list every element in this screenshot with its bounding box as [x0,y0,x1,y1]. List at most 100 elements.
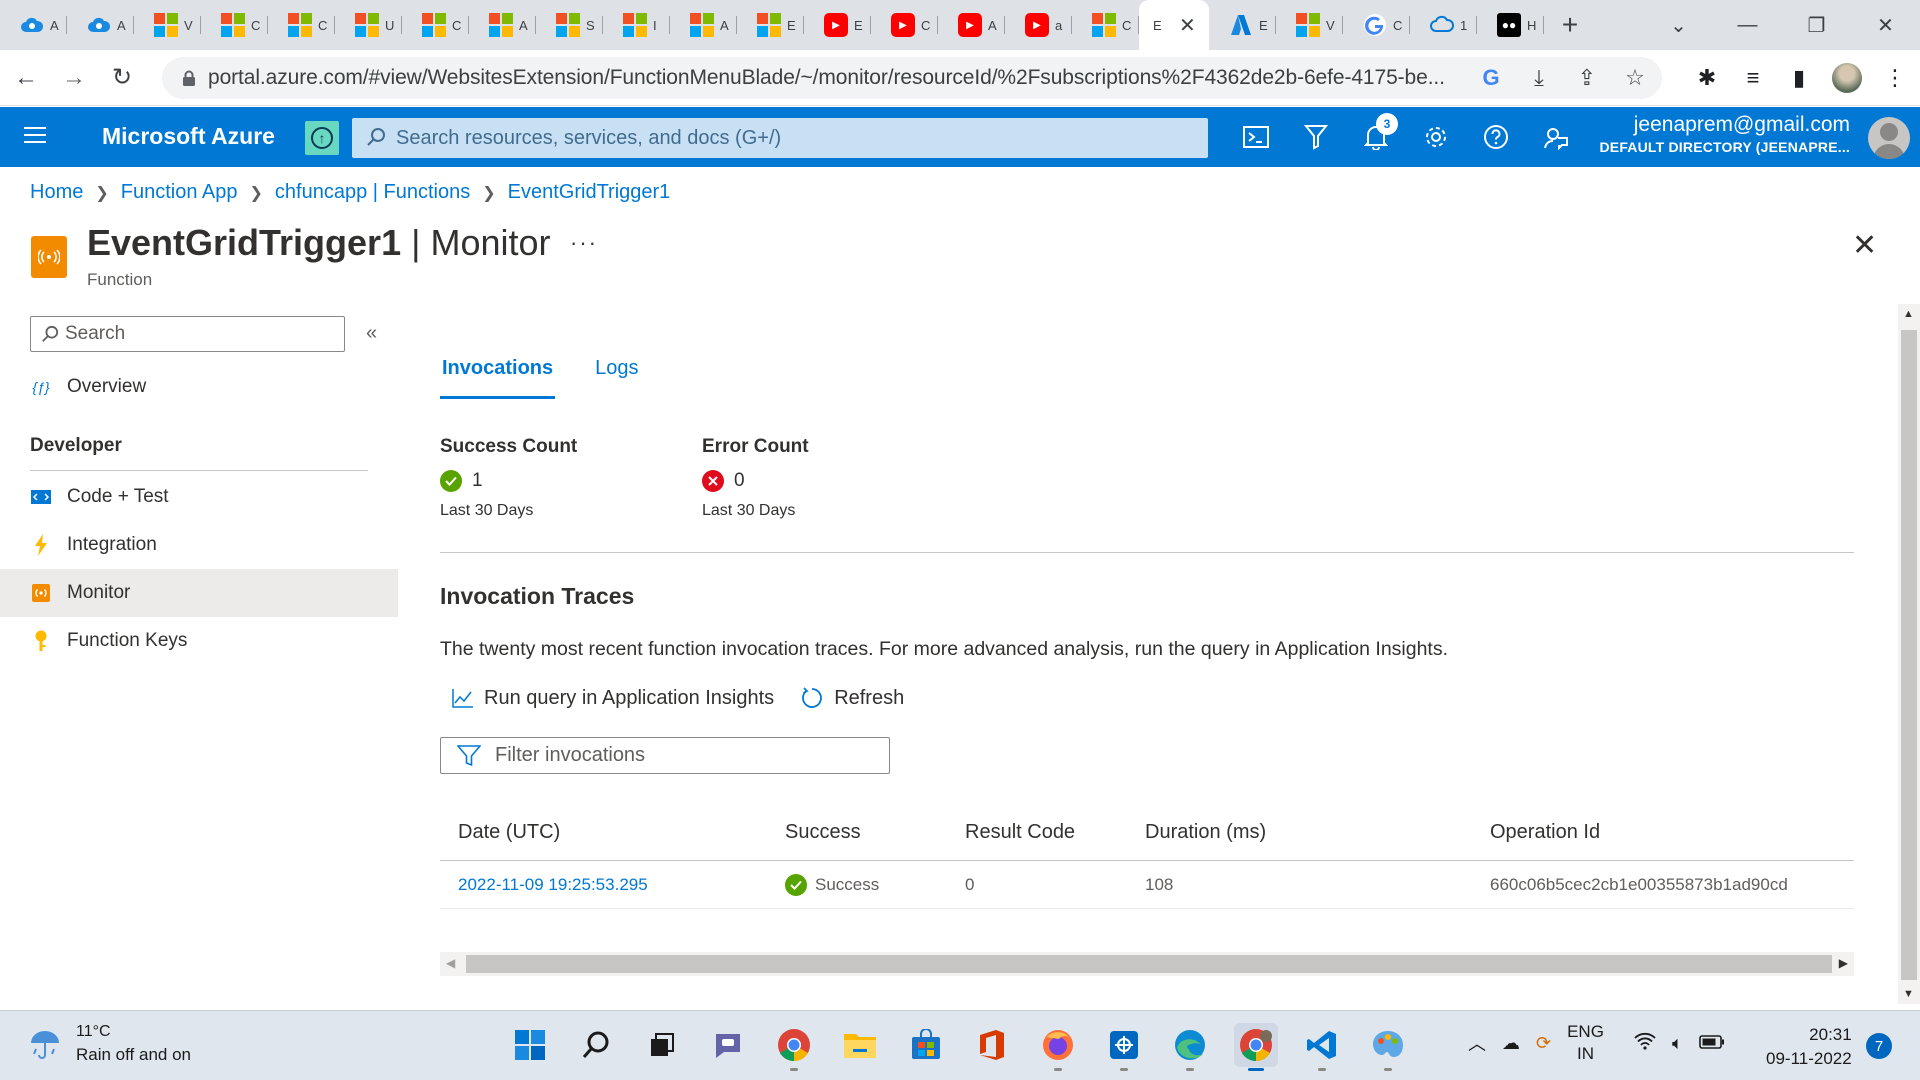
firefox-app[interactable] [1036,1023,1080,1071]
snipping-tool-app[interactable] [1102,1023,1146,1071]
paint-app[interactable] [1366,1023,1410,1071]
help-icon[interactable] [1478,119,1514,155]
column-header-operation-id[interactable]: Operation Id [1490,821,1854,844]
breadcrumb-function[interactable]: EventGridTrigger1 [508,181,671,204]
menu-item-function-keys[interactable]: Function Keys [0,617,398,665]
scroll-right-arrow-icon[interactable]: ▶ [1839,956,1848,970]
menu-item-overview[interactable]: {ƒ} Overview [0,363,398,411]
tab-logs[interactable]: Logs [593,355,640,399]
vertical-scroll-thumb[interactable] [1901,330,1917,980]
browser-tab[interactable]: E [1209,0,1276,50]
edge-app[interactable] [1168,1023,1212,1071]
side-panel-icon[interactable]: ▮ [1786,65,1812,91]
minimize-button[interactable]: — [1713,14,1782,37]
scroll-up-arrow-icon[interactable]: ▲ [1903,308,1914,320]
azure-brand[interactable]: Microsoft Azure [102,123,275,150]
cloud-shell-icon[interactable] [1238,119,1274,155]
account-info[interactable]: jeenaprem@gmail.com DEFAULT DIRECTORY (J… [1599,113,1850,155]
taskbar-clock[interactable]: 20:31 09-11-2022 [1766,1023,1852,1071]
browser-tab[interactable]: ▶ C [871,0,938,50]
menu-item-integration[interactable]: Integration [0,521,398,569]
microsoft-store-app[interactable] [904,1023,948,1067]
back-button[interactable]: ← [4,56,48,100]
browser-tab[interactable]: V [134,0,201,50]
browser-tab[interactable]: C [268,0,335,50]
vertical-scrollbar[interactable]: ▲ ▼ [1898,304,1920,1004]
column-header-date[interactable]: Date (UTC) [440,821,785,844]
horizontal-scrollbar[interactable]: ◀ ▶ [440,952,1854,976]
show-hidden-icons-chevron-icon[interactable]: ︿ [1468,1030,1486,1056]
portal-menu-icon[interactable] [24,127,46,145]
extensions-puzzle-icon[interactable]: ✱ [1694,65,1720,91]
address-bar[interactable]: portal.azure.com/#view/WebsitesExtension… [162,57,1662,99]
chrome-profile-app[interactable] [1234,1023,1278,1071]
browser-tab[interactable]: C [402,0,469,50]
restore-button[interactable]: ❐ [1782,13,1851,38]
global-search-input[interactable]: Search resources, services, and docs (G+… [352,118,1208,158]
volume-icon[interactable]: 🔈︎ [1672,1033,1683,1054]
directory-filter-icon[interactable] [1298,119,1334,155]
google-lens-icon[interactable]: G [1478,65,1504,91]
column-header-duration[interactable]: Duration (ms) [1145,821,1490,844]
sync-alert-icon[interactable]: ⟳ [1536,1033,1551,1054]
account-avatar[interactable] [1868,117,1910,159]
scroll-down-arrow-icon[interactable]: ▼ [1903,988,1914,1000]
reload-button[interactable]: ↻ [100,56,144,100]
cell-date-link[interactable]: 2022-11-09 19:25:53.295 [440,875,785,895]
browser-tab[interactable]: ●● H [1477,0,1544,50]
browser-tab[interactable]: ▶ E [804,0,871,50]
browser-tab[interactable]: ▶ A [938,0,1005,50]
browser-tab[interactable]: U [335,0,402,50]
browser-tab[interactable]: 1 [1410,0,1477,50]
notifications-bell-icon[interactable]: 3 [1358,113,1398,155]
close-blade-icon[interactable]: ✕ [1852,228,1877,263]
settings-gear-icon[interactable] [1418,119,1454,155]
more-options-icon[interactable]: ··· [570,230,598,256]
breadcrumb-function-app[interactable]: Function App [121,181,238,204]
scroll-left-arrow-icon[interactable]: ◀ [446,956,455,970]
install-app-icon[interactable]: ⤓ [1526,65,1552,91]
feedback-icon[interactable] [1538,119,1574,155]
run-query-button[interactable]: Run query in Application Insights [452,686,774,710]
tab-search-icon[interactable]: ⌄ [1644,13,1713,38]
horizontal-scroll-thumb[interactable] [466,955,1832,973]
chrome-menu-icon[interactable]: ⋮ [1882,65,1908,91]
browser-tab[interactable]: C [1072,0,1139,50]
share-icon[interactable]: ⇪ [1574,65,1600,91]
browser-tab[interactable]: A [469,0,536,50]
file-explorer-app[interactable] [838,1023,882,1067]
browser-tab-active[interactable]: E ✕ [1139,0,1209,50]
table-row[interactable]: 2022-11-09 19:25:53.295 Success 0 108 66… [440,861,1854,909]
notification-center-badge[interactable]: 7 [1866,1033,1892,1059]
weather-widget[interactable]: 11°C Rain off and on [28,1023,191,1065]
collapse-menu-icon[interactable]: « [366,322,377,345]
office-app[interactable] [970,1023,1014,1067]
column-header-result-code[interactable]: Result Code [965,821,1145,844]
breadcrumb-home[interactable]: Home [30,181,83,204]
upgrade-icon[interactable]: ↑ [305,121,339,155]
bookmark-star-icon[interactable]: ☆ [1622,65,1648,91]
input-language-indicator[interactable]: ENG IN [1567,1021,1604,1065]
new-tab-button[interactable]: + [1550,9,1590,41]
breadcrumb-functions[interactable]: chfuncapp | Functions [275,181,470,204]
chrome-app[interactable] [772,1023,816,1071]
browser-tab[interactable]: A [67,0,134,50]
browser-tab[interactable]: E [737,0,804,50]
task-view-button[interactable] [640,1023,684,1067]
browser-tab[interactable]: V [1276,0,1343,50]
tab-invocations[interactable]: Invocations [440,355,556,399]
wifi-icon[interactable] [1634,1032,1656,1055]
browser-tab[interactable]: A [0,0,67,50]
menu-item-monitor[interactable]: Monitor [0,569,398,617]
close-tab-icon[interactable]: ✕ [1179,13,1196,38]
column-header-success[interactable]: Success [785,821,965,844]
onedrive-cloud-icon[interactable]: ☁ [1502,1033,1520,1054]
teams-chat-app[interactable] [706,1023,750,1067]
menu-search-input[interactable]: Search [30,316,345,352]
battery-icon[interactable] [1698,1033,1725,1054]
taskbar-search-button[interactable] [574,1023,618,1067]
vscode-app[interactable] [1300,1023,1344,1071]
browser-tab[interactable]: S [536,0,603,50]
browser-tab[interactable]: C [201,0,268,50]
browser-tab[interactable]: I [603,0,670,50]
